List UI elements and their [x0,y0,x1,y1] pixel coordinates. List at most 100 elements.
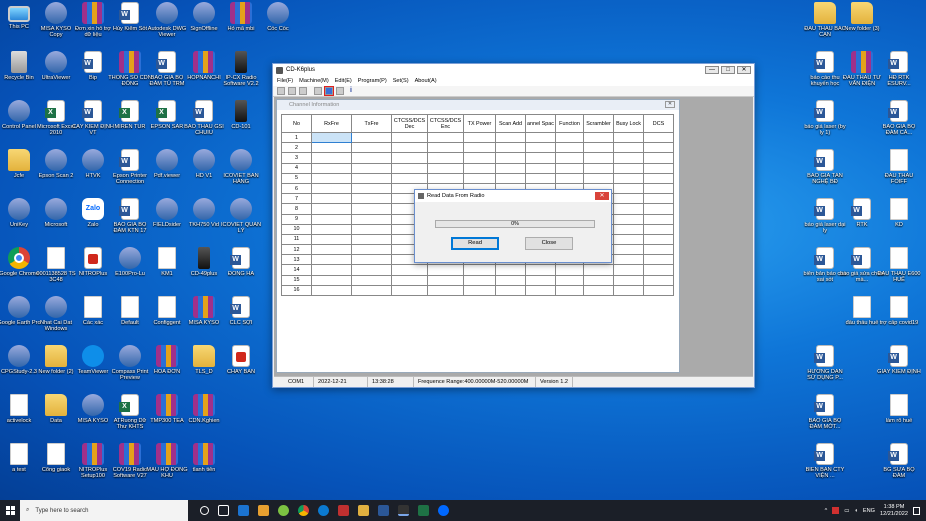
cell-dcs[interactable] [643,284,674,297]
column-header-ctcss-dcs-enc[interactable]: CTCSS/DCS Enc [427,114,464,133]
cell-busy-lock[interactable] [613,172,644,184]
cell-tx-power[interactable] [463,142,496,154]
cell-dcs[interactable] [643,172,674,184]
table-row[interactable]: 4 [281,162,674,174]
cell-scan-add[interactable] [495,162,526,174]
cell-scrambler[interactable] [583,131,614,144]
table-row[interactable]: 14 [281,264,674,276]
cell-busy-lock[interactable] [613,203,644,215]
cell-txfre[interactable] [351,203,392,215]
tray-app-icon[interactable] [832,507,840,514]
cell-dcs[interactable] [643,142,674,154]
column-header-annel-spac[interactable]: annel Spac [525,114,556,133]
desktop-icon-ong-ha[interactable]: ĐỒNG HÀ [219,247,263,296]
column-header-rxfre[interactable]: RxFre [311,114,352,133]
cell-txfre[interactable] [351,254,392,266]
cell-busy-lock[interactable] [613,162,644,174]
menu-program[interactable]: Program(P) [358,78,387,84]
cell-function[interactable] [555,284,584,297]
desktop-icon-tlanh-tien[interactable]: tlanh tiên [182,443,226,492]
table-row[interactable]: 2 [281,142,674,154]
cell-function[interactable] [555,131,584,144]
cell-rxfre[interactable] [311,162,352,174]
column-header-tx-power[interactable]: TX Power [463,114,496,133]
cell-txfre[interactable] [351,182,392,195]
cell-ctcss-dcs-dec[interactable] [391,131,428,144]
cell-busy-lock[interactable] [613,284,644,297]
cell-dcs[interactable] [643,182,674,195]
cell-txfre[interactable] [351,213,392,225]
cell-txfre[interactable] [351,193,392,205]
cell-busy-lock[interactable] [613,131,644,144]
cell-scrambler[interactable] [583,142,614,154]
cell-txfre[interactable] [351,284,392,297]
read-button[interactable]: Read [451,237,499,250]
cell-busy-lock[interactable] [613,244,644,256]
cell-txfre[interactable] [351,264,392,276]
cell-ctcss-dcs-enc[interactable] [427,284,464,297]
column-header-scan-add[interactable]: Scan Add [495,114,526,133]
dialog-titlebar[interactable]: Read Data From Radio ✕ [415,190,611,202]
cell-function[interactable] [555,264,584,276]
cell-tx-power[interactable] [463,284,496,297]
cell-dcs[interactable] [643,264,674,276]
cell-function[interactable] [555,152,584,164]
cell-busy-lock[interactable] [613,152,644,164]
cell-dcs[interactable] [643,213,674,225]
desktop-icon-chay-ban[interactable]: CHAY BẢN [219,345,263,394]
cell-busy-lock[interactable] [613,182,644,195]
cell-dcs[interactable] [643,152,674,164]
column-header-ctcss-dcs-dec[interactable]: CTCSS/DCS Dec [391,114,428,133]
cell-scrambler[interactable] [583,162,614,174]
cell-busy-lock[interactable] [613,142,644,154]
column-header-txfre[interactable]: TxFre [351,114,392,133]
cell-scrambler[interactable] [583,274,614,286]
cell-ctcss-dcs-enc[interactable] [427,131,464,144]
cell-rxfre[interactable] [311,254,352,266]
cell-function[interactable] [555,172,584,184]
cell-dcs[interactable] [643,162,674,174]
file-explorer-icon[interactable] [258,505,269,516]
ie-icon[interactable] [318,505,329,516]
minimize-button[interactable]: — [705,66,719,74]
cell-txfre[interactable] [351,162,392,174]
desktop-icon-ip-cx-radio-software-v2-2[interactable]: IP-CX Radio Software V2.2 [219,51,263,100]
cell-ctcss-dcs-dec[interactable] [391,264,428,276]
menu-file[interactable]: File(F) [277,78,293,84]
cell-rxfre[interactable] [311,264,352,276]
cell-dcs[interactable] [643,254,674,266]
cell-rxfre[interactable] [311,152,352,164]
cell-txfre[interactable] [351,274,392,286]
excel-icon[interactable] [418,505,429,516]
cell-rxfre[interactable] [311,284,352,297]
cell-ctcss-dcs-dec[interactable] [391,284,428,297]
zalo-icon[interactable] [438,505,449,516]
cell-scan-add[interactable] [495,264,526,276]
cortana-icon[interactable] [200,506,209,515]
desktop-icon-cdn-kghien[interactable]: CDN.Kghien [182,394,226,443]
folder-icon[interactable] [358,505,369,516]
cell-busy-lock[interactable] [613,274,644,286]
cell-dcs[interactable] [643,223,674,235]
cell-busy-lock[interactable] [613,193,644,205]
desktop-icon-bao-gia-laser-by-ly-1[interactable]: báo giá laser (by ly 1) [803,100,847,149]
cell-txfre[interactable] [351,172,392,184]
desktop-icon-clc-soi[interactable]: CLC SỢI [219,296,263,345]
app-titlebar[interactable]: CD-K6plus — □ ✕ [273,64,754,76]
edge-icon[interactable] [238,505,249,516]
cell-ctcss-dcs-dec[interactable] [391,142,428,154]
cell-ctcss-dcs-enc[interactable] [427,142,464,154]
column-header-busy-lock[interactable]: Busy Lock [613,114,644,133]
radio-app-icon[interactable] [398,505,409,516]
cell-busy-lock[interactable] [613,264,644,276]
close-button[interactable]: ✕ [737,66,751,74]
network-icon[interactable]: ▭ [844,508,849,514]
cell-tx-power[interactable] [463,172,496,184]
write-radio-icon[interactable] [336,87,344,95]
cell-scrambler[interactable] [583,284,614,297]
cell-rxfre[interactable] [311,172,352,184]
cell-scrambler[interactable] [583,172,614,184]
cell-annel-spac[interactable] [525,274,556,286]
cell-txfre[interactable] [351,244,392,256]
cell-annel-spac[interactable] [525,142,556,154]
